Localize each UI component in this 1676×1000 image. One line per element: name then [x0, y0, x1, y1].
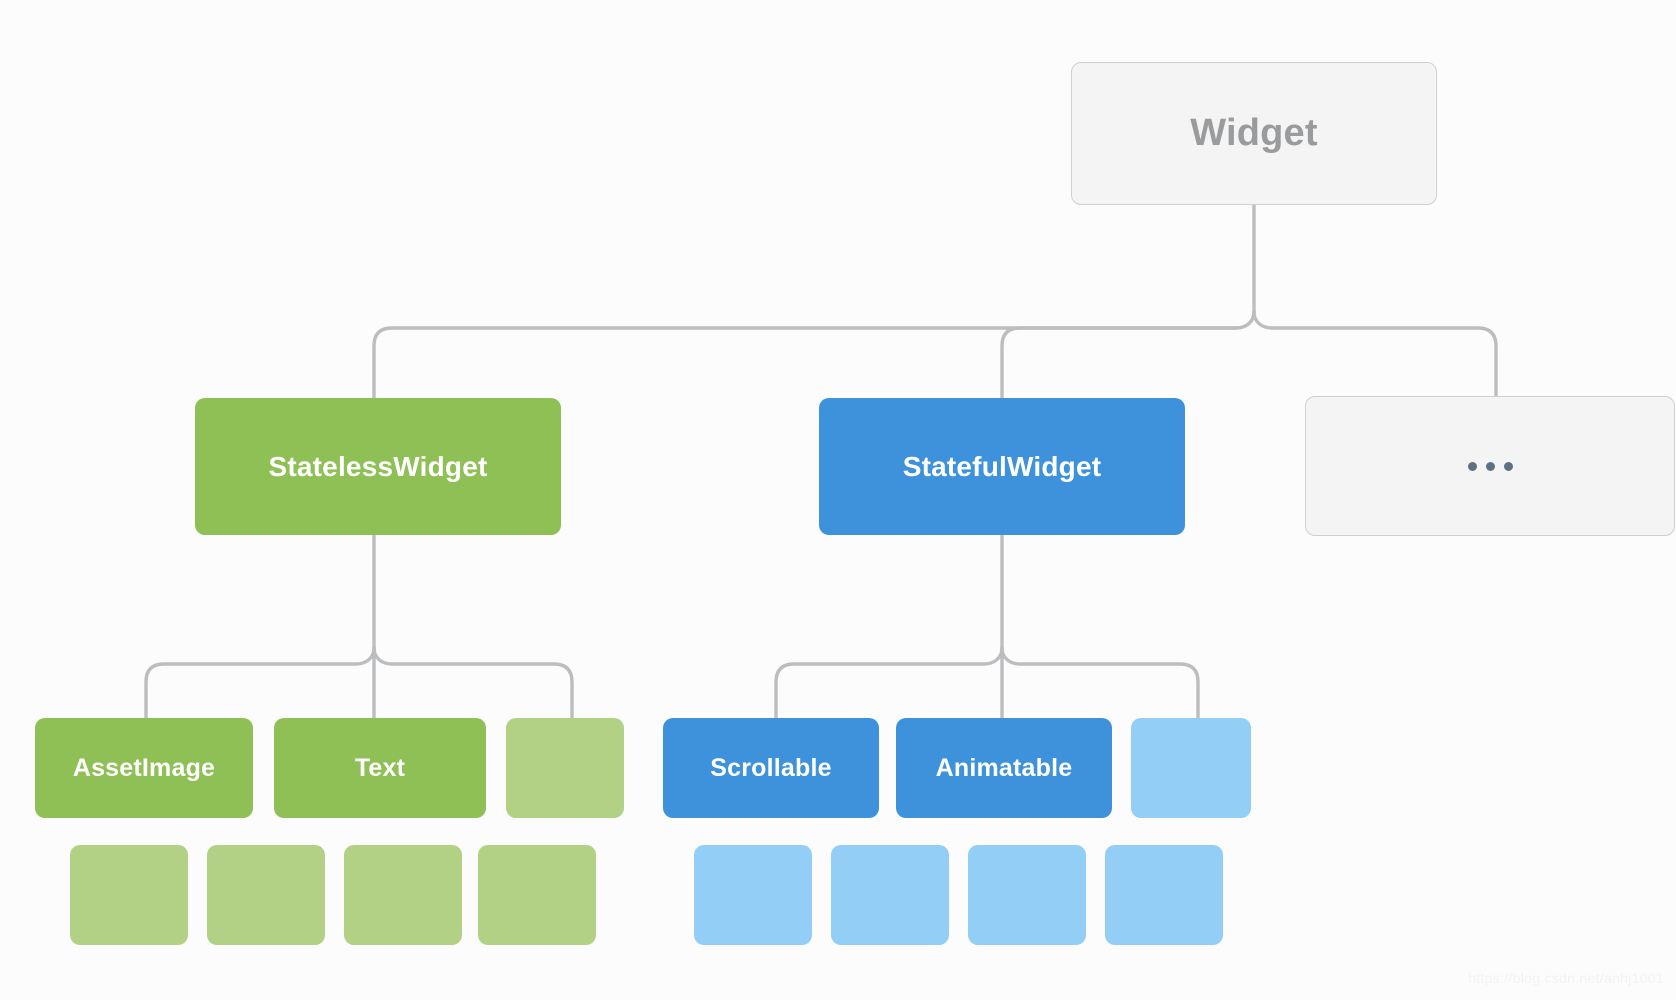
node-green-leaf-2[interactable] — [207, 845, 325, 945]
node-widget-label: Widget — [1190, 112, 1318, 154]
node-blue-placeholder[interactable] — [1131, 718, 1251, 818]
node-more-widgets[interactable] — [1305, 396, 1675, 536]
node-blue-leaf-2[interactable] — [831, 845, 949, 945]
node-green-leaf-3[interactable] — [344, 845, 462, 945]
watermark-text: https://blog.csdn.net/anhj1001 — [1468, 970, 1664, 986]
node-blue-leaf-3[interactable] — [968, 845, 1086, 945]
edge-stateful-to-scrollable — [774, 646, 1004, 720]
node-animatable[interactable]: Animatable — [896, 718, 1112, 818]
node-animatable-label: Animatable — [935, 753, 1073, 782]
node-statefulwidget[interactable]: StatefulWidget — [819, 398, 1185, 535]
edge-stateless-to-placeholder — [372, 646, 574, 720]
diagram-canvas: Widget StatelessWidget StatefulWidget As… — [0, 0, 1676, 1000]
edge-root-to-more — [1252, 310, 1498, 398]
node-statelesswidget[interactable]: StatelessWidget — [195, 398, 561, 535]
edge-stateful-to-placeholder — [1000, 646, 1200, 720]
node-blue-leaf-1[interactable] — [694, 845, 812, 945]
node-statelesswidget-label: StatelessWidget — [268, 450, 488, 482]
node-text[interactable]: Text — [274, 718, 486, 818]
node-green-placeholder[interactable] — [506, 718, 624, 818]
ellipsis-icon — [1467, 461, 1513, 471]
node-assetimage[interactable]: AssetImage — [35, 718, 253, 818]
node-green-leaf-1[interactable] — [70, 845, 188, 945]
node-assetimage-label: AssetImage — [72, 753, 216, 782]
node-widget[interactable]: Widget — [1071, 62, 1437, 205]
node-blue-leaf-4[interactable] — [1105, 845, 1223, 945]
node-scrollable[interactable]: Scrollable — [663, 718, 879, 818]
edge-stateless-to-assetimage — [144, 646, 376, 720]
node-statefulwidget-label: StatefulWidget — [902, 450, 1102, 482]
node-text-label: Text — [354, 753, 406, 782]
edge-root-to-stateless — [372, 310, 1256, 400]
node-green-leaf-4[interactable] — [478, 845, 596, 945]
node-scrollable-label: Scrollable — [710, 753, 832, 782]
edge-root-to-stateful — [1000, 310, 1256, 400]
